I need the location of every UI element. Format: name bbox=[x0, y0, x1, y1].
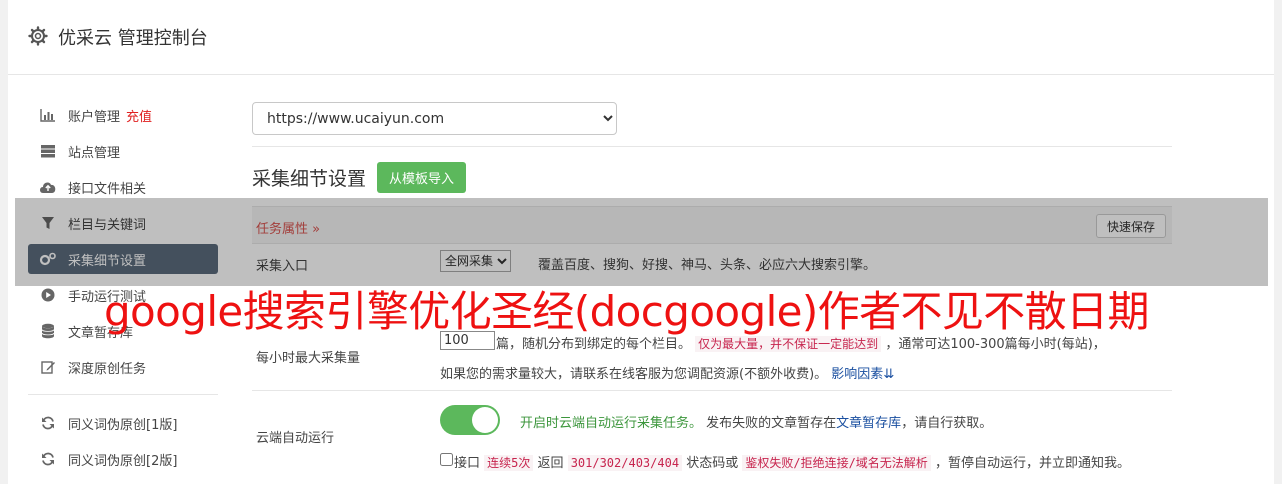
header: 优采云 管理控制台 bbox=[8, 0, 1274, 75]
section-title: 采集细节设置 bbox=[252, 168, 367, 190]
green-text: 开启时云端自动运行采集任务。 bbox=[520, 416, 703, 431]
article-storage-link[interactable]: 文章暂存库 bbox=[836, 416, 901, 431]
sidebar-item-sites[interactable]: 站点管理 bbox=[28, 136, 218, 166]
max-qty-label: 每小时最大采集量 bbox=[256, 351, 361, 366]
sidebar-item-label: 账户管理 bbox=[68, 109, 121, 125]
bar-chart-icon bbox=[38, 107, 58, 123]
divider bbox=[252, 390, 1172, 391]
code: 连续5次 bbox=[484, 455, 534, 471]
sidebar-item-label: 同义词伪原创[1版] bbox=[68, 417, 178, 433]
server-icon bbox=[38, 143, 58, 159]
sidebar-item-synonym-v2[interactable]: 同义词伪原创[2版] bbox=[28, 444, 218, 474]
sidebar-divider bbox=[28, 394, 218, 395]
recharge-link[interactable]: 充值 bbox=[126, 106, 152, 125]
text: 返回 bbox=[537, 456, 564, 471]
refresh-icon bbox=[38, 415, 58, 431]
text: 如果您的需求量较大，请联系在线客服为您调配资源(不额外收费)。 bbox=[440, 367, 828, 382]
gear-icon bbox=[28, 26, 48, 46]
refresh-icon bbox=[38, 451, 58, 467]
sidebar-item-deep-original[interactable]: 深度原创任务 bbox=[28, 352, 218, 382]
text: 接口 bbox=[454, 456, 481, 471]
edit-icon bbox=[38, 359, 58, 375]
divider bbox=[252, 146, 1172, 147]
text: ，通常可达100-300篇每小时(每站)， bbox=[885, 337, 1106, 352]
sidebar-item-label: 同义词伪原创[2版] bbox=[68, 453, 178, 469]
toggle-knob bbox=[472, 407, 498, 433]
database-icon bbox=[38, 323, 58, 339]
chevron-down-icon: ⇊ bbox=[883, 367, 895, 382]
sidebar-item-label: 接口文件相关 bbox=[68, 181, 147, 197]
sidebar-item-label: 站点管理 bbox=[68, 145, 121, 161]
sidebar-item-synonym-v1[interactable]: 同义词伪原创[1版] bbox=[28, 408, 218, 438]
pause-on-error-checkbox[interactable] bbox=[440, 453, 453, 466]
sidebar-item-label: 深度原创任务 bbox=[68, 361, 147, 377]
text: ，请自行获取。 bbox=[901, 416, 993, 431]
influence-factors-link[interactable]: 影响因素⇊ bbox=[831, 367, 894, 382]
auto-run-label: 云端自动运行 bbox=[256, 431, 335, 446]
text: ，暂停自动运行，并立即通知我。 bbox=[934, 456, 1130, 471]
max-qty-desc-line2: 如果您的需求量较大，请联系在线客服为您调配资源(不额外收费)。 影响因素⇊ bbox=[440, 363, 894, 382]
text: 发布失败的文章暂存在 bbox=[706, 416, 837, 431]
pause-on-error-label: 接口 连续5次 返回 301/302/403/404 状态码或 鉴权失败/拒绝连… bbox=[454, 452, 1130, 471]
auto-run-toggle[interactable] bbox=[440, 405, 500, 435]
play-icon bbox=[38, 287, 58, 303]
import-template-button[interactable]: 从模板导入 bbox=[377, 162, 467, 193]
cloud-upload-icon bbox=[38, 179, 58, 195]
sidebar-item-account[interactable]: 账户管理 充值 bbox=[28, 100, 218, 130]
auto-run-description: 开启时云端自动运行采集任务。 发布失败的文章暂存在文章暂存库，请自行获取。 bbox=[520, 412, 992, 431]
overlay-title-text: google搜索引擎优化圣经(docgoogle)作者不见不散日期 bbox=[104, 287, 1149, 336]
code: 鉴权失败/拒绝连接/域名无法解析 bbox=[742, 455, 931, 471]
page-title: 优采云 管理控制台 bbox=[58, 28, 208, 49]
link-text: 影响因素 bbox=[831, 367, 884, 382]
site-select[interactable]: https://www.ucaiyun.com bbox=[252, 102, 617, 135]
dark-overlay-band bbox=[15, 198, 1268, 286]
text: 篇，随机分布到绑定的每个栏目。 bbox=[496, 337, 692, 352]
text: 状态码或 bbox=[686, 456, 739, 471]
code: 301/302/403/404 bbox=[567, 455, 683, 471]
